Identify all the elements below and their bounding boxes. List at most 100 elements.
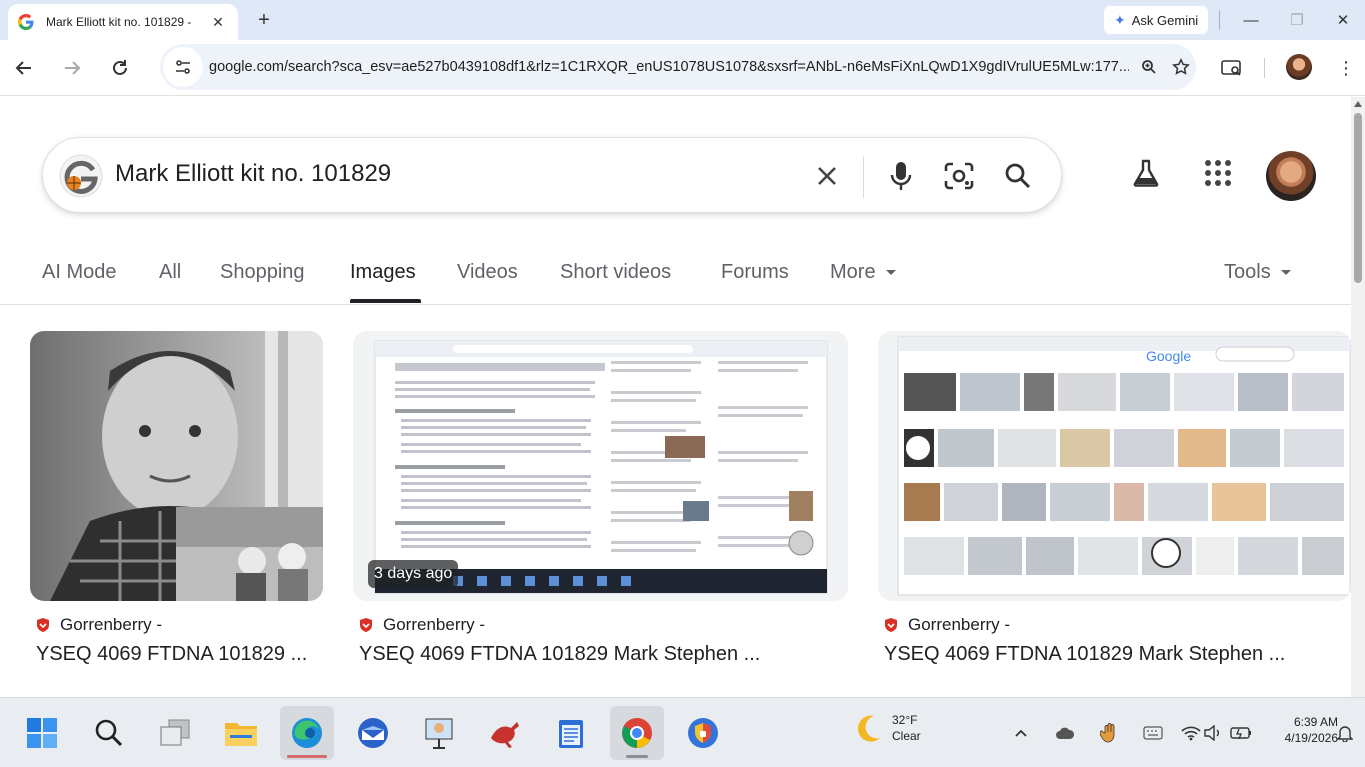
result-source-3[interactable]: Gorrenberry - <box>884 615 1010 635</box>
tab-ai-mode[interactable]: AI Mode <box>42 261 116 284</box>
presentation-app-icon[interactable] <box>412 706 466 760</box>
back-arrow-icon[interactable] <box>10 54 38 82</box>
weather-condition: Clear <box>892 729 921 743</box>
active-tab-indicator <box>350 299 421 303</box>
result-image-3[interactable]: Google <box>878 331 1351 601</box>
result-title-2[interactable]: YSEQ 4069 FTDNA 101829 Mark Stephen ... <box>359 643 760 666</box>
clear-search-icon[interactable] <box>809 158 845 194</box>
red-lizard-app-icon[interactable] <box>478 706 532 760</box>
active-indicator <box>626 755 648 758</box>
gemini-sparkle-icon: ✦ <box>1114 11 1126 28</box>
svg-text:Google: Google <box>1146 348 1191 364</box>
forward-arrow-icon[interactable] <box>58 54 86 82</box>
volume-speaker-icon[interactable] <box>1202 722 1224 744</box>
file-explorer-icon[interactable] <box>214 706 268 760</box>
tab-more[interactable]: More <box>830 261 896 284</box>
source-name: Gorrenberry - <box>383 615 486 634</box>
weather-widget[interactable]: 32°F Clear <box>852 712 921 744</box>
ask-gemini-label: Ask Gemini <box>1131 12 1199 28</box>
notification-bell-icon[interactable] <box>1334 722 1356 744</box>
show-hidden-icons-chevron-icon[interactable] <box>1010 722 1032 744</box>
thunderbird-mail-icon[interactable] <box>346 706 400 760</box>
active-indicator <box>287 755 327 758</box>
edge-browser-icon[interactable] <box>280 706 334 760</box>
browser-menu-icon[interactable]: ⋮ <box>1332 54 1360 82</box>
tab-more-label: More <box>830 261 876 283</box>
onedrive-cloud-icon[interactable] <box>1054 722 1076 744</box>
keyboard-icon[interactable] <box>1142 722 1164 744</box>
result-source-2[interactable]: Gorrenberry - <box>359 615 485 635</box>
tab-shopping[interactable]: Shopping <box>220 261 305 284</box>
tab-forums[interactable]: Forums <box>721 261 789 284</box>
zoom-magnifier-icon[interactable] <box>1138 56 1160 78</box>
close-window-icon[interactable]: ✕ <box>1328 6 1358 34</box>
clock-time: 6:39 AM <box>1293 715 1338 729</box>
ask-gemini-button[interactable]: ✦ Ask Gemini <box>1104 6 1209 34</box>
address-bar[interactable]: google.com/search?sca_esv=ae527b0439108d… <box>160 44 1196 90</box>
task-view-icon[interactable] <box>148 706 202 760</box>
result-source-1[interactable]: Gorrenberry - <box>36 615 162 635</box>
voice-search-mic-icon[interactable] <box>883 158 919 194</box>
security-shield-app-icon[interactable] <box>676 706 730 760</box>
google-apps-grid-icon[interactable] <box>1200 155 1236 191</box>
taskbar-search-icon[interactable] <box>82 706 136 760</box>
gorrenberry-shield-icon <box>360 618 372 632</box>
search-submit-icon[interactable] <box>1000 158 1036 194</box>
tools-button[interactable]: Tools <box>1224 261 1291 284</box>
search-query-text[interactable]: Mark Elliott kit no. 101829 <box>115 160 391 188</box>
reload-icon[interactable] <box>106 54 134 82</box>
scroll-up-arrow-icon[interactable] <box>1354 101 1362 107</box>
notepad-icon[interactable] <box>544 706 598 760</box>
moon-icon <box>857 715 880 742</box>
restore-window-icon[interactable]: ❐ <box>1282 6 1312 34</box>
gorrenberry-shield-icon <box>885 618 897 632</box>
tab-strip: Mark Elliott kit no. 101829 - ✕ + ✦ Ask … <box>0 0 1365 40</box>
search-box[interactable]: Mark Elliott kit no. 101829 <box>42 137 1062 213</box>
result-image-1[interactable] <box>30 331 323 601</box>
new-tab-button[interactable]: + <box>252 8 276 32</box>
google-doodle-logo-icon[interactable] <box>59 154 103 198</box>
url-text[interactable]: google.com/search?sca_esv=ae527b0439108d… <box>209 59 1129 75</box>
tab-title: Mark Elliott kit no. 101829 - <box>46 15 192 29</box>
tab-images[interactable]: Images <box>350 261 416 284</box>
browser-tab[interactable]: Mark Elliott kit no. 101829 - ✕ <box>8 4 238 40</box>
google-favicon-icon <box>18 14 34 30</box>
scrollbar-thumb[interactable] <box>1354 113 1362 283</box>
source-name: Gorrenberry - <box>908 615 1011 634</box>
tools-label: Tools <box>1224 261 1271 283</box>
result-age-badge: 3 days ago <box>368 560 459 588</box>
windows-taskbar: 32°F Clear 6:39 AM 4/19/2026 <box>0 697 1365 767</box>
search-labs-flask-icon[interactable] <box>1128 155 1164 191</box>
browser-toolbar: google.com/search?sca_esv=ae527b0439108d… <box>0 40 1365 96</box>
tab-short-videos[interactable]: Short videos <box>560 261 671 284</box>
clock-date: 4/19/2026 <box>1284 731 1338 745</box>
chrome-browser-icon[interactable] <box>610 706 664 760</box>
tab-search-icon[interactable] <box>1218 54 1246 82</box>
tab-all[interactable]: All <box>159 261 181 284</box>
minimize-window-icon[interactable]: — <box>1236 6 1266 34</box>
bookmark-star-icon[interactable] <box>1170 56 1192 78</box>
site-info-tune-icon[interactable] <box>163 47 203 87</box>
result-title-1[interactable]: YSEQ 4069 FTDNA 101829 ... <box>36 643 307 666</box>
close-tab-icon[interactable]: ✕ <box>208 12 228 32</box>
google-account-avatar[interactable] <box>1266 151 1316 201</box>
wifi-icon[interactable] <box>1180 722 1202 744</box>
lens-camera-icon[interactable] <box>941 158 977 194</box>
search-type-tabs: AI Mode All Shopping Images Videos Short… <box>0 247 1351 305</box>
windows-start-icon[interactable] <box>15 706 69 760</box>
browser-profile-avatar[interactable] <box>1286 54 1312 80</box>
divider <box>1264 58 1265 78</box>
tab-videos[interactable]: Videos <box>457 261 518 284</box>
page-scrollbar[interactable] <box>1351 97 1365 697</box>
result-title-3[interactable]: YSEQ 4069 FTDNA 101829 Mark Stephen ... <box>884 643 1285 666</box>
battery-icon[interactable] <box>1230 722 1252 744</box>
gorrenberry-shield-icon <box>37 618 49 632</box>
system-clock[interactable]: 6:39 AM 4/19/2026 <box>1262 714 1338 746</box>
source-name: Gorrenberry - <box>60 615 163 634</box>
google-results-page: Mark Elliott kit no. 101829 AI Mode All … <box>0 97 1351 697</box>
dropdown-caret-icon <box>1280 270 1291 276</box>
divider <box>1219 10 1220 30</box>
weather-temperature: 32°F <box>892 713 918 727</box>
dropdown-caret-icon <box>885 270 896 276</box>
touch-hand-icon[interactable] <box>1098 722 1120 744</box>
